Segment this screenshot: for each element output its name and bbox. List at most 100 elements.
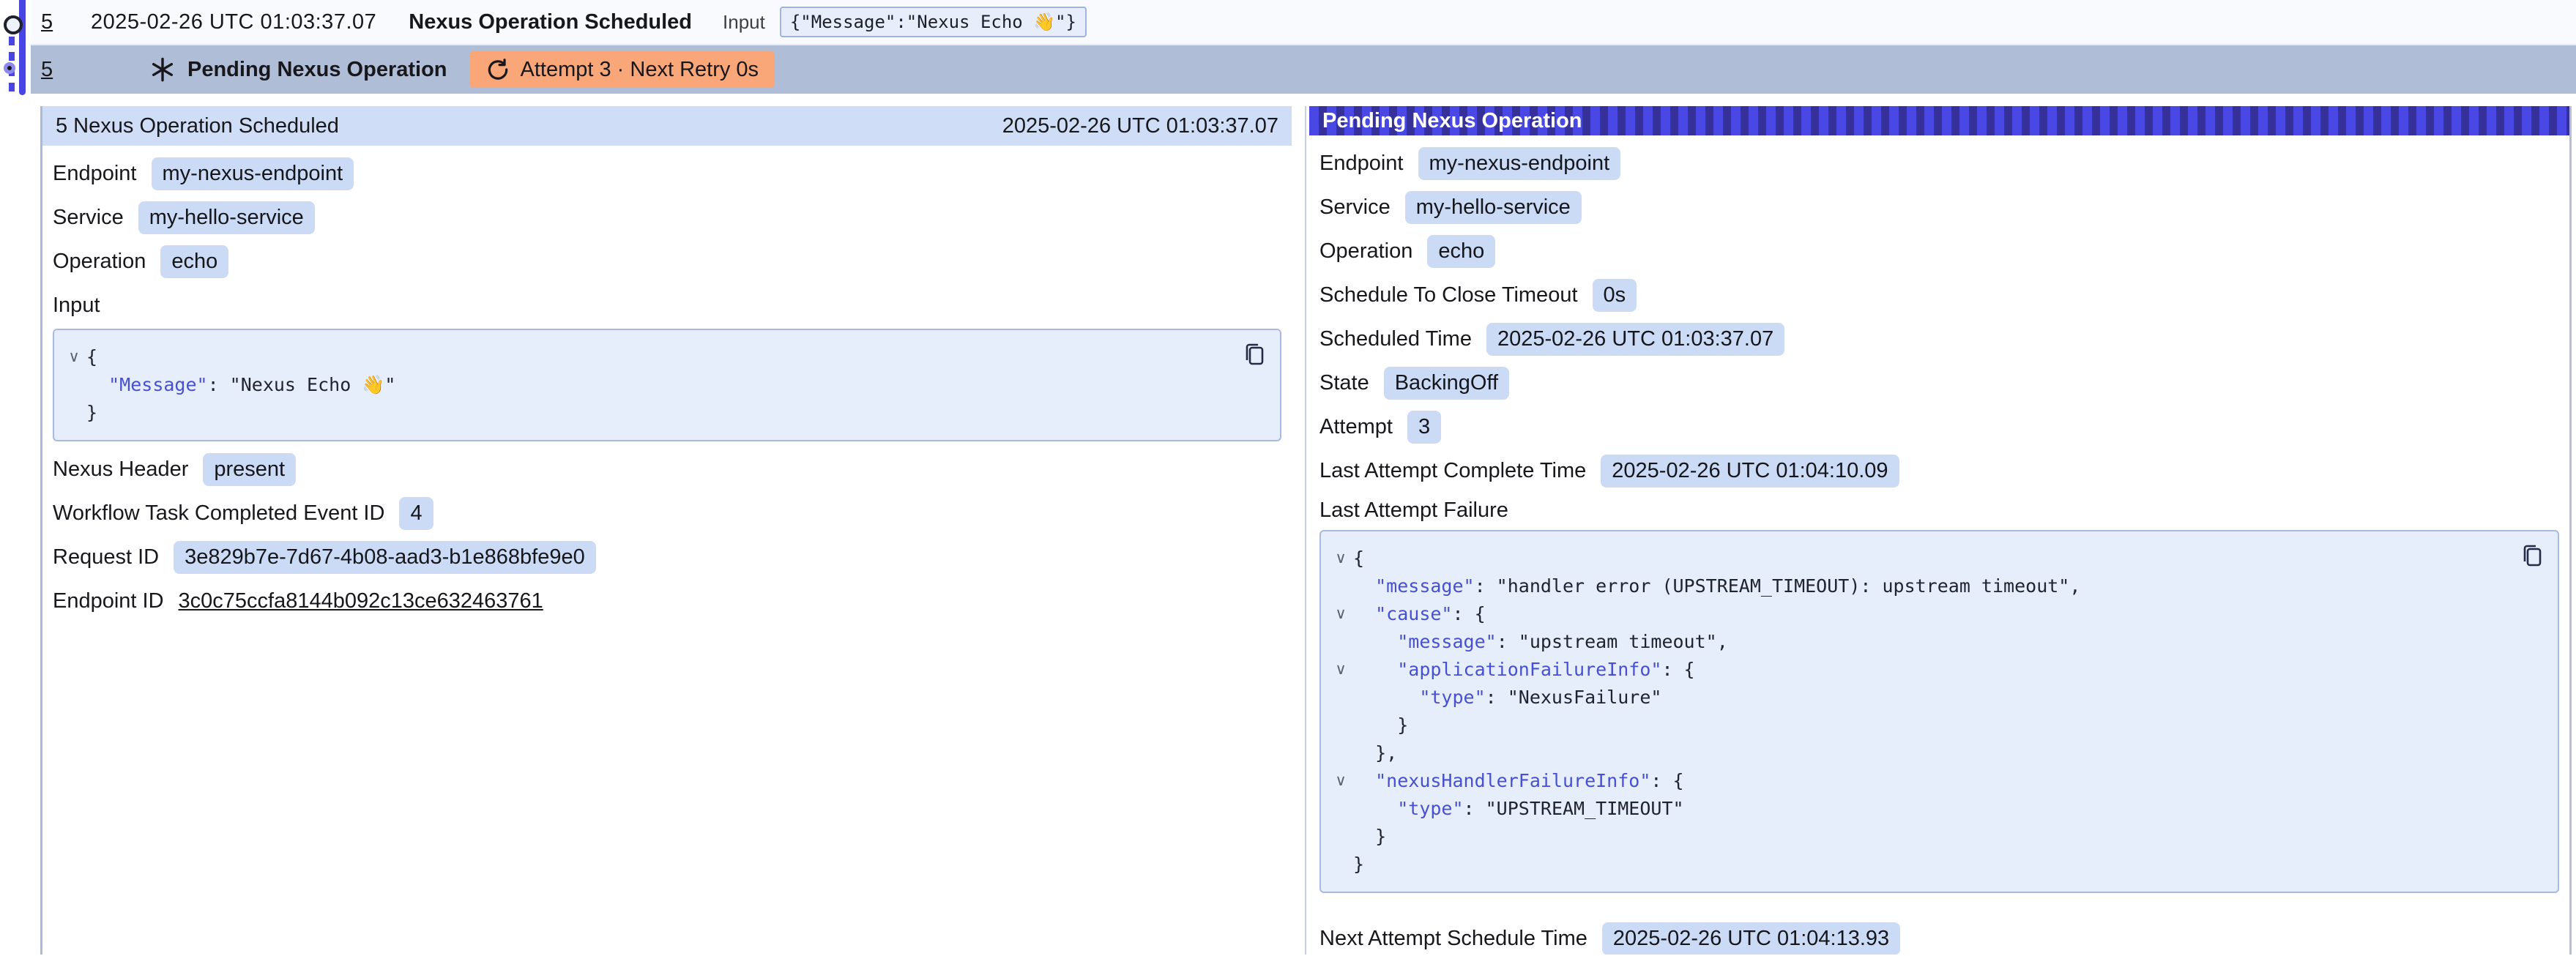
- field-label: Endpoint: [1319, 152, 1404, 176]
- retry-icon: [485, 57, 510, 82]
- field-row: Operation echo: [1319, 235, 2559, 267]
- input-section-label: Input: [53, 289, 1281, 321]
- pending-operation-title: Pending Nexus Operation: [187, 58, 447, 82]
- event-history-rows: 5 2025-02-26 UTC 01:03:37.07 Nexus Opera…: [31, 0, 2576, 94]
- json-gutter: [1328, 712, 1353, 739]
- json-code: }: [1353, 851, 1364, 878]
- event-row-pending-nexus-operation[interactable]: 5 Pending Nexus Operation Attempt 3 · Ne…: [31, 45, 2576, 94]
- json-line: ∨ "cause": {: [1328, 600, 2514, 628]
- json-code: "cause": {: [1353, 600, 1486, 628]
- field-row: Request ID3e829b7e-7d67-4b08-aad3-b1e868…: [53, 541, 1281, 573]
- field-row: Last Attempt Complete Time 2025-02-26 UTC…: [1319, 455, 2559, 487]
- json-line: ∨ "nexusHandlerFailureInfo": {: [1328, 767, 2514, 795]
- scheduled-event-fields-top: Endpoint my-nexus-endpoint Service my-hello…: [42, 157, 1292, 277]
- field-label: Nexus Header: [53, 458, 188, 482]
- field-value-badge: my-nexus-endpoint: [152, 157, 354, 190]
- field-value-link[interactable]: 3c0c75ccfa8144b092c13ce632463761: [179, 589, 543, 613]
- field-row: Endpoint my-nexus-endpoint: [53, 157, 1281, 190]
- json-gutter: [1328, 628, 1353, 656]
- failure-json-viewer: ∨{ "message": "handler error (UPSTREAM_T…: [1319, 530, 2559, 893]
- field-value-badge: 0s: [1593, 279, 1637, 312]
- pending-asterisk-icon: [149, 56, 176, 83]
- field-label: Endpoint: [53, 162, 137, 186]
- field-value-badge: 2025-02-26 UTC 01:03:37.07: [1486, 323, 1784, 356]
- json-line: ∨ "applicationFailureInfo": {: [1328, 656, 2514, 684]
- copy-icon[interactable]: [2518, 542, 2546, 570]
- json-code: {: [86, 343, 97, 371]
- field-label: Workflow Task Completed Event ID: [53, 501, 384, 526]
- timeline-open-circle-marker: [4, 15, 23, 34]
- attempt-retry-badge: Attempt 3 · Next Retry 0s: [469, 51, 775, 88]
- pending-operation-fields: Endpointmy-nexus-endpointServicemy-hello…: [1309, 135, 2569, 487]
- field-row: Service my-hello-service: [53, 201, 1281, 234]
- json-code: "Message": "Nexus Echo 👋": [86, 371, 395, 399]
- json-code: "message": "handler error (UPSTREAM_TIME…: [1353, 572, 2080, 600]
- json-code: "applicationFailureInfo": {: [1353, 656, 1695, 684]
- field-row: StateBackingOff: [1319, 367, 2559, 399]
- json-code: "nexusHandlerFailureInfo": {: [1353, 767, 1684, 795]
- field-value-badge: echo: [1427, 235, 1495, 268]
- timeline-active-bar: [19, 0, 26, 95]
- event-row-nexus-operation-scheduled[interactable]: 5 2025-02-26 UTC 01:03:37.07 Nexus Opera…: [31, 0, 2576, 45]
- field-label: Operation: [1319, 239, 1412, 264]
- field-value-badge: my-nexus-endpoint: [1418, 147, 1621, 180]
- field-label: Next Attempt Schedule Time: [1319, 927, 1587, 951]
- scheduled-event-panel-header: 5 Nexus Operation Scheduled 2025-02-26 U…: [42, 106, 1292, 146]
- json-gutter: [1328, 572, 1353, 600]
- attempt-retry-text: Attempt 3 · Next Retry 0s: [521, 58, 759, 82]
- panel-title: Pending Nexus Operation: [1322, 109, 1582, 133]
- scheduled-event-fields-bottom: Nexus Headerpresent Workflow Task Complet…: [42, 453, 1292, 617]
- pending-operation-panel: Pending Nexus Operation Endpoint my-nexus…: [1305, 106, 2569, 955]
- field-value-badge: my-hello-service: [1405, 191, 1582, 224]
- collapse-chevron-icon[interactable]: ∨: [1328, 545, 1353, 572]
- field-label: State: [1319, 371, 1369, 395]
- event-input-preview-chip: {"Message":"Nexus Echo 👋"}: [780, 7, 1087, 37]
- json-line: }: [1328, 712, 2514, 739]
- field-label: Last Attempt Complete Time: [1319, 459, 1586, 483]
- json-code: "type": "NexusFailure": [1353, 684, 1661, 712]
- event-id-link[interactable]: 5: [41, 58, 63, 82]
- panel-title: 5 Nexus Operation Scheduled: [56, 114, 339, 138]
- input-json-viewer: ∨{ "Message": "Nexus Echo 👋"}: [53, 329, 1281, 441]
- json-gutter: [1328, 795, 1353, 823]
- json-line: }: [1328, 823, 2514, 851]
- field-row: Endpoint my-nexus-endpoint: [1319, 147, 2559, 179]
- event-id-link[interactable]: 5: [41, 10, 63, 34]
- json-line: "type": "UPSTREAM_TIMEOUT": [1328, 795, 2514, 823]
- json-line: "message": "upstream timeout",: [1328, 628, 2514, 656]
- field-row: Operationecho: [53, 245, 1281, 277]
- json-line: }: [62, 399, 1236, 427]
- field-label: Endpoint ID: [53, 589, 164, 613]
- collapse-chevron-icon[interactable]: ∨: [1328, 600, 1353, 628]
- collapse-chevron-icon[interactable]: ∨: [1328, 656, 1353, 684]
- field-row: Next Attempt Schedule Time2025-02-26 UTC…: [1319, 922, 2559, 955]
- json-code: }: [1353, 712, 1408, 739]
- field-row: Nexus Headerpresent: [53, 453, 1281, 485]
- json-line: ∨{: [1328, 545, 2514, 572]
- event-input-label: Input: [723, 11, 765, 34]
- json-code: },: [1353, 739, 1397, 767]
- field-label: Service: [53, 206, 124, 230]
- last-attempt-failure-label: Last Attempt Failure: [1319, 498, 2559, 523]
- collapse-chevron-icon[interactable]: ∨: [1328, 767, 1353, 795]
- field-value-badge: 4: [399, 497, 433, 530]
- field-label: Request ID: [53, 545, 159, 570]
- field-value-badge: my-hello-service: [138, 201, 315, 234]
- pending-operation-panel-header: Pending Nexus Operation: [1309, 106, 2569, 135]
- json-line: "Message": "Nexus Echo 👋": [62, 371, 1236, 399]
- json-code: {: [1353, 545, 1364, 572]
- field-row: Scheduled Time2025-02-26 UTC 01:03:37.07: [1319, 323, 2559, 355]
- timeline-current-dot-marker: [4, 62, 15, 74]
- copy-icon[interactable]: [1240, 340, 1268, 368]
- collapse-chevron-icon[interactable]: ∨: [62, 343, 86, 371]
- panel-timestamp: 2025-02-26 UTC 01:03:37.07: [1002, 114, 1278, 138]
- next-attempt-field: Next Attempt Schedule Time2025-02-26 UTC…: [1309, 911, 2569, 955]
- json-code: "message": "upstream timeout",: [1353, 628, 1728, 656]
- json-code: "type": "UPSTREAM_TIMEOUT": [1353, 795, 1684, 823]
- field-row: Workflow Task Completed Event ID 4: [53, 497, 1281, 529]
- json-line: "message": "handler error (UPSTREAM_TIME…: [1328, 572, 2514, 600]
- json-line: }: [1328, 851, 2514, 878]
- field-row: Attempt3: [1319, 411, 2559, 443]
- field-label: Schedule To Close Timeout: [1319, 283, 1578, 307]
- field-value-badge: 2025-02-26 UTC 01:04:10.09: [1601, 455, 1899, 488]
